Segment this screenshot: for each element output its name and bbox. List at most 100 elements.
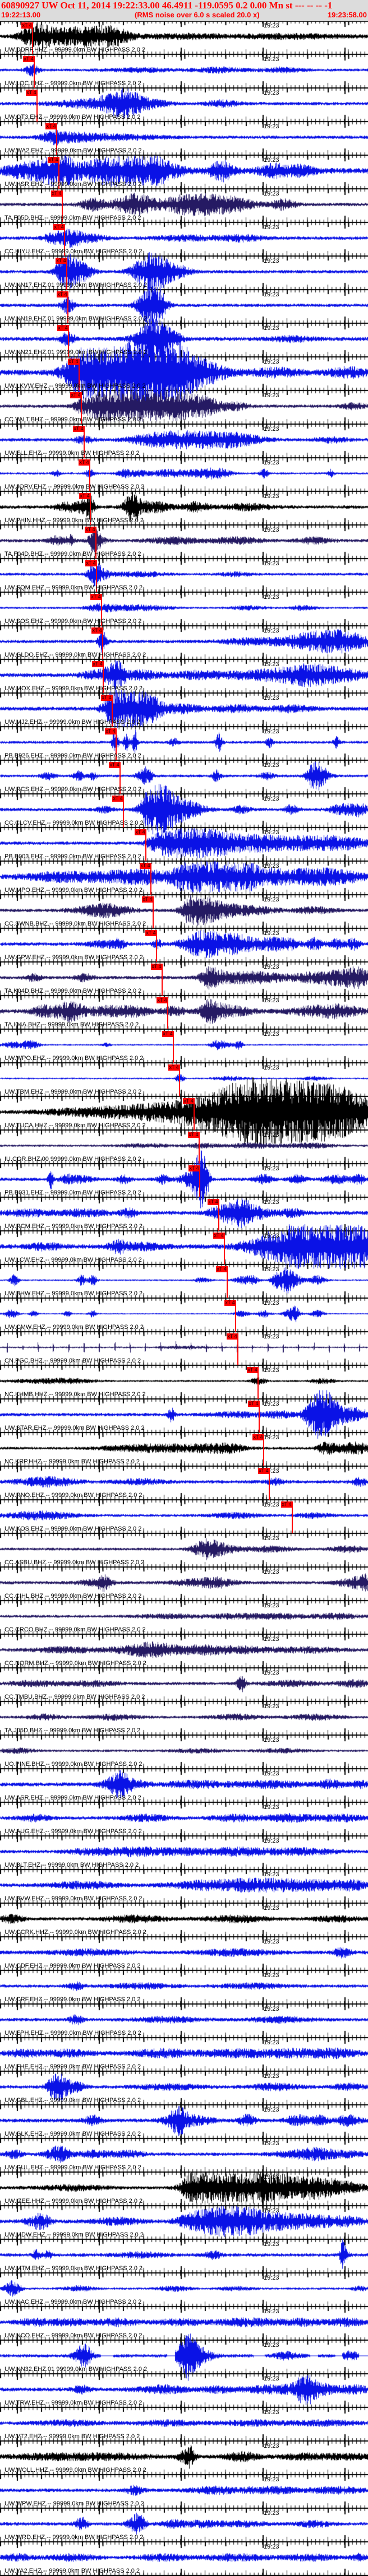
trace-panel[interactable]: 19:23 xT 4 UW.OT3.EHZ.-- 99999.0km BW HIGH… xyxy=(0,89,368,122)
trace-panel[interactable]: 19:23 UW.WOLL.HHZ.-- 99999.0km BW HIGHPAS… xyxy=(0,2442,368,2475)
trace-panel[interactable]: 19:23 xT 4 UW.WPO.EHZ.-- 99999.0km BW HIGH… xyxy=(0,1030,368,1063)
pick-flag[interactable]: xT 4 xyxy=(227,1333,238,1340)
pick-flag[interactable]: xT 4 xyxy=(26,90,37,96)
trace-panel[interactable]: 19:23 xT 4 UW.TUCA.HHZ.-- 99999.0km BW HIG… xyxy=(0,1097,368,1131)
trace-panel[interactable]: 19:23 UO.PINE.BHZ.-- 99999.0km BW HIGHPAS… xyxy=(0,1736,368,1769)
trace-panel[interactable]: 19:23 UW.VT2.EHZ.-- 99999.0km BW HIGHPASS… xyxy=(0,2408,368,2442)
trace-panel[interactable]: 19:23 xT 4 UW.RCS.EHZ.-- 99999.0km BW HIGH… xyxy=(0,761,368,794)
trace-panel[interactable]: 19:23 xT 4 UW.DDRF.HHZ.-- 99999.0km BW HIG… xyxy=(0,21,368,55)
pick-flag[interactable]: xT 4 xyxy=(85,560,96,566)
trace-panel[interactable]: 19:23 xT 4 UW.NN21.EHZ.01 99999.0km BW HIG… xyxy=(0,324,368,357)
pick-flag[interactable]: xT 4 xyxy=(109,762,120,768)
trace-panel[interactable]: 19:23 CC.TMBU.BHZ.-- 99999.0km BW HIGHPAS… xyxy=(0,1668,368,1702)
pick-flag[interactable]: xT 4 xyxy=(48,157,59,163)
trace-panel[interactable]: 19:23 UW.BLT.EHZ.-- 99999.0km BW HIGHPASS… xyxy=(0,1836,368,1870)
trace-panel[interactable]: 19:23 UW.WRD.EHZ.-- 99999.0km BW HIGHPASS… xyxy=(0,2509,368,2542)
trace-panel[interactable]: 19:23 xT 4 TA.F04D.BHZ.-- 99999.0km BW HIG… xyxy=(0,526,368,559)
trace-panel[interactable]: 19:23 UW.NCO.EHZ.-- 99999.0km BW HIGHPASS… xyxy=(0,2307,368,2341)
pick-flag[interactable]: xT 4 xyxy=(101,695,112,701)
pick-flag[interactable]: xT 4 xyxy=(142,896,153,903)
trace-panel[interactable]: 19:23 xT 4 CC.HIYU.EHZ.-- 99999.0km BW HIG… xyxy=(0,223,368,257)
trace-panel[interactable]: 19:23 xT 4 UW.MJ2.EHZ.-- 99999.0km BW HIGH… xyxy=(0,694,368,727)
trace-panel[interactable]: 19:23 xT 4 UW.BHW.EHZ.-- 99999.0km BW HIGH… xyxy=(0,1265,368,1299)
trace-panel[interactable]: 19:23 xT 4 UW.MPO.EHZ.-- 99999.0km BW HIGH… xyxy=(0,862,368,895)
pick-flag[interactable]: xT 4 xyxy=(51,190,62,197)
trace-panel[interactable]: 19:23 UW.GLK.EHZ.-- 99999.0km BW HIGHPASS… xyxy=(0,2105,368,2139)
trace-panel[interactable]: 19:23 xT 4 UW.GPW.EHZ.-- 99999.0km BW HIGH… xyxy=(0,929,368,962)
trace-panel[interactable]: 19:23 xT 4 CN.PGC.BHZ.-- 99999.0km BW HIGH… xyxy=(0,1332,368,1366)
trace-panel[interactable]: 19:23 xT 4 PB.B003.EHZ.-- 99999.0km BW HIG… xyxy=(0,828,368,862)
trace-panel[interactable]: 19:23 xT 4 CC.CLCV.EHZ.-- 99999.0km BW HIG… xyxy=(0,794,368,828)
trace-panel[interactable]: 19:23 xT 4 UW.STAR.EHZ.-- 99999.0km BW HIG… xyxy=(0,1399,368,1433)
pick-flag[interactable]: xT 4 xyxy=(90,594,102,600)
pick-flag[interactable]: xT 4 xyxy=(162,1031,173,1037)
trace-panel[interactable]: 19:23 xT 4 UW.KOS.EHZ.-- 99999.0km BW HIGH… xyxy=(0,1500,368,1534)
pick-flag[interactable]: xT 4 xyxy=(281,1501,292,1508)
trace-panel[interactable]: 19:23 CC.NQRM.BHZ.-- 99999.0km BW HIGHPAS… xyxy=(0,1635,368,1668)
pick-flag[interactable]: xT 4 xyxy=(68,359,79,365)
pick-flag[interactable]: xT 4 xyxy=(57,325,68,331)
pick-flag[interactable]: xT 4 xyxy=(247,1367,258,1373)
trace-panel[interactable]: 19:23 xT 4 UW.GLDO.EHZ.-- 99999.0km BW HIG… xyxy=(0,626,368,660)
pick-flag[interactable]: xT 4 xyxy=(145,930,157,936)
trace-panel[interactable]: 19:23 xT 4 TA.I04A.BHZ.-- 99999.0km BW HIG… xyxy=(0,996,368,1030)
trace-panel[interactable]: 19:23 xT 4 IU.COR.BHZ.00 99999.0km BW HIGH… xyxy=(0,1131,368,1164)
trace-panel[interactable]: 19:23 UW.GUL.EHZ.-- 99999.0km BW HIGHPASS… xyxy=(0,2139,368,2173)
trace-panel[interactable]: 19:23 xT 4 TA.F05D.BHZ.-- 99999.0km BW HIG… xyxy=(0,189,368,223)
trace-panel[interactable]: 19:23 UW.ASR.EHZ.-- 99999.0km BW HIGHPASS… xyxy=(0,1769,368,1803)
trace-area[interactable]: 19:23 xT 4 UW.DDRF.HHZ.-- 99999.0km BW HIG… xyxy=(0,21,368,2576)
trace-panel[interactable]: 19:23 xT 4 CC.VALT.BHZ.-- 99999.0km BW HIG… xyxy=(0,391,368,425)
trace-panel[interactable]: 19:23 UW.AUG.EHZ.-- 99999.0km BW HIGHPASS… xyxy=(0,1803,368,1836)
pick-flag[interactable]: xT 4 xyxy=(252,1434,264,1440)
pick-flag[interactable]: xT 4 xyxy=(21,22,33,29)
pick-flag[interactable]: xT 4 xyxy=(208,1199,219,1205)
pick-flag[interactable]: xT 4 xyxy=(248,1401,259,1407)
pick-flag[interactable]: xT 4 xyxy=(85,527,96,533)
pick-flag[interactable]: xT 4 xyxy=(57,291,68,297)
trace-panel[interactable]: 19:23 xT 4 UW.CMW.EHZ.-- 99999.0km BW HIGH… xyxy=(0,1299,368,1332)
trace-panel[interactable]: 19:23 xT 4 UW.SOS.EHZ.-- 99999.0km BW HIGH… xyxy=(0,593,368,626)
trace-panel[interactable]: 19:23 xT 4 UW.NN19.EHZ.01 99999.0km BW HIG… xyxy=(0,290,368,324)
trace-panel[interactable]: 19:23 CC.CIHL.BHZ.-- 99999.0km BW HIGHPAS… xyxy=(0,1568,368,1601)
trace-panel[interactable]: 19:23 UW.CDF.EHZ.-- 99999.0km BW HIGHPASS… xyxy=(0,1937,368,1971)
pick-flag[interactable]: xT 4 xyxy=(258,1468,269,1474)
pick-flag[interactable]: xT 4 xyxy=(216,1266,227,1272)
trace-panel[interactable]: 19:23 xT 4 PB.B031.EHZ.-- 99999.0km BW HIG… xyxy=(0,1164,368,1198)
trace-panel[interactable]: 19:23 UW.GBL.EHZ.-- 99999.0km BW HIGHPASS… xyxy=(0,2072,368,2105)
trace-panel[interactable]: 19:23 UW.CCRK.HHZ.-- 99999.0km BW HIGHPAS… xyxy=(0,1904,368,1937)
trace-panel[interactable]: 19:23 xT 4 UW.SQM.EHZ.-- 99999.0km BW HIGH… xyxy=(0,559,368,593)
trace-panel[interactable]: 19:23 xT 4 UW.HSR.EHZ.-- 99999.0km BW HIGH… xyxy=(0,156,368,189)
pick-flag[interactable]: xT 4 xyxy=(157,997,168,1003)
trace-panel[interactable]: 19:23 xT 4 UW.TBM.EHZ.-- 99999.0km BW HIGH… xyxy=(0,1063,368,1097)
trace-panel[interactable]: 19:23 xT 4 UW.WA2.EHZ.-- 99999.0km BW HIGH… xyxy=(0,122,368,156)
trace-panel[interactable]: 19:23 xT 4 UW.LKVW.EHZ.-- 99999.0km BW HIG… xyxy=(0,357,368,391)
pick-flag[interactable]: xT 4 xyxy=(79,459,90,466)
trace-panel[interactable]: 19:23 UW.NN32.EHZ.01 99999.0km BW HIGHPAS… xyxy=(0,2341,368,2374)
trace-panel[interactable]: 19:23 UW.FHE.EHZ.-- 99999.0km BW HIGHPASS… xyxy=(0,2038,368,2072)
pick-flag[interactable]: xT 4 xyxy=(91,627,103,634)
trace-panel[interactable]: 19:23 xT 4 UW.RNO.EHZ.-- 99999.0km BW HIGH… xyxy=(0,1467,368,1500)
pick-flag[interactable]: xT 4 xyxy=(188,1132,199,1138)
trace-panel[interactable]: 19:23 TA.J05D.BHZ.-- 99999.0km BW HIGHPAS… xyxy=(0,1702,368,1736)
trace-panel[interactable]: 19:23 UW.TRW.EHZ.-- 99999.0km BW HIGHPASS… xyxy=(0,2374,368,2408)
trace-panel[interactable]: 19:23 UW.IZEE.HHZ.-- 99999.0km BW HIGHPAS… xyxy=(0,2173,368,2206)
pick-flag[interactable]: xT 4 xyxy=(188,1165,200,1171)
pick-flag[interactable]: xT 4 xyxy=(56,258,67,264)
trace-panel[interactable]: 19:23 xT 4 UW.LQC.EHZ.-- 99999.0km BW HIGH… xyxy=(0,55,368,89)
trace-panel[interactable]: 19:23 xT 4 NC.KHMB.HHZ.-- 99999.0km BW HIG… xyxy=(0,1366,368,1399)
trace-panel[interactable]: 19:23 xT 4 TA.K04D.BHZ.-- 99999.0km BW HIG… xyxy=(0,962,368,996)
pick-flag[interactable]: xT 4 xyxy=(73,426,84,432)
trace-panel[interactable]: 19:23 UW.WPW.EHZ.-- 99999.0km BW HIGHPASS… xyxy=(0,2475,368,2509)
trace-panel[interactable]: 19:23 xT 4 UW.ELL.EHZ.-- 99999.0km BW HIGH… xyxy=(0,425,368,458)
trace-panel[interactable]: 19:23 UW.NAC.EHZ.-- 99999.0km BW HIGHPASS… xyxy=(0,2273,368,2307)
pick-flag[interactable]: xT 4 xyxy=(168,1064,180,1071)
trace-panel[interactable]: 19:23 xT 4 UW.LCW.EHZ.-- 99999.0km BW HIGH… xyxy=(0,1231,368,1265)
trace-panel[interactable]: 19:23 xT 4 UW.RCM.EHZ.-- 99999.0km BW HIGH… xyxy=(0,1198,368,1231)
pick-flag[interactable]: xT 4 xyxy=(140,863,151,869)
pick-flag[interactable]: xT 4 xyxy=(135,829,146,835)
trace-panel[interactable]: 19:23 UW.CRF.EHZ.-- 99999.0km BW HIGHPASS… xyxy=(0,1971,368,2005)
pick-flag[interactable]: xT 4 xyxy=(23,56,34,62)
pick-flag[interactable]: xT 4 xyxy=(79,493,90,499)
trace-panel[interactable]: 19:23 xT 4 UW.JQRV.EHZ.-- 99999.0km BW HIG… xyxy=(0,458,368,492)
trace-panel[interactable]: 19:23 xT 4 UW.PHIN.HHZ.-- 99999.0km BW HIG… xyxy=(0,492,368,526)
